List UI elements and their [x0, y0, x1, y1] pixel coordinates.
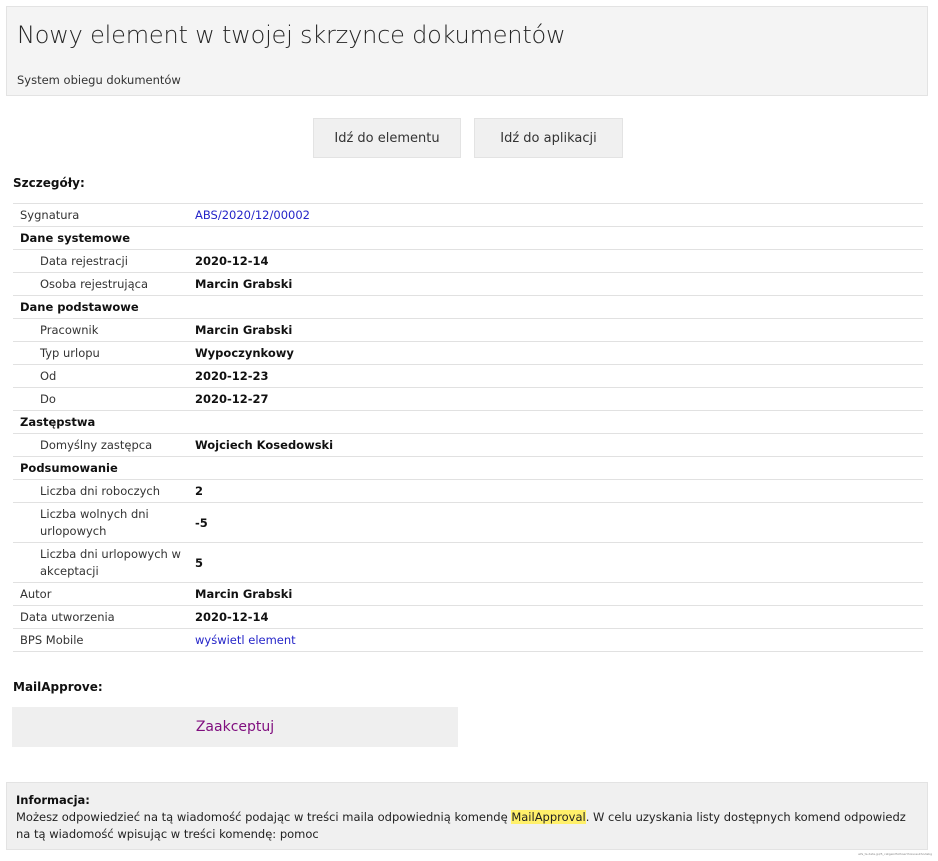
field-label: Liczba dni roboczych [40, 483, 161, 498]
group-label: Zastępstwa [20, 414, 96, 429]
field-label: Domyślny zastępca [40, 437, 153, 452]
details-row: Data utworzenia 2020-12-14 [13, 606, 923, 629]
field-value: 5 [195, 555, 204, 570]
field-label: Pracownik [40, 322, 99, 337]
field-value: 2020-12-23 [195, 369, 269, 383]
field-label: Data rejestracji [40, 253, 128, 268]
details-row: Data rejestracji 2020-12-14 [13, 250, 923, 273]
details-group-row: Zastępstwa [13, 411, 923, 434]
field-value: Marcin Grabski [195, 277, 293, 291]
field-label: Do [40, 391, 56, 406]
field-label: Liczba wolnych dni urlopowych [40, 506, 149, 538]
field-value: 2020-12-14 [195, 254, 269, 268]
field-value: Wojciech Kosedowski [195, 438, 334, 452]
field-label: Osoba rejestrująca [40, 276, 149, 291]
details-row: Typ urlopu Wypoczynkowy [13, 342, 923, 365]
group-label: Dane podstawowe [20, 299, 139, 314]
command-highlight: MailApproval [511, 810, 586, 824]
details-row: Liczba dni roboczych 2 [13, 480, 923, 503]
field-label: BPS Mobile [20, 632, 84, 647]
email-header: Nowy element w twojej skrzynce dokumentó… [6, 6, 928, 96]
group-label: Dane systemowe [20, 230, 131, 245]
field-value: 2020-12-14 [195, 610, 269, 624]
group-label: Podsumowanie [20, 460, 118, 475]
field-value: Wypoczynkowy [195, 346, 294, 360]
details-row: Autor Marcin Grabski [13, 583, 923, 606]
details-row: Domyślny zastępca Wojciech Kosedowski [13, 434, 923, 457]
details-row: Do 2020-12-27 [13, 388, 923, 411]
info-text: Możesz odpowiedzieć na tą wiadomość poda… [16, 809, 918, 843]
details-group-row: Dane podstawowe [13, 296, 923, 319]
details-row: BPS Mobile wyświetl element [13, 629, 923, 652]
accept-button-container: Zaakceptuj [12, 707, 458, 747]
field-value-link[interactable]: ABS/2020/12/00002 [195, 208, 923, 222]
details-row: Liczba dni urlopowych w akceptacji 5 [13, 543, 923, 583]
details-heading: Szczegóły: [13, 176, 85, 190]
field-value: Marcin Grabski [195, 587, 293, 601]
go-to-item-button[interactable]: Idź do elementu [313, 118, 461, 158]
field-value: Marcin Grabski [195, 323, 293, 337]
field-label: Typ urlopu [40, 345, 100, 360]
footer-id: wfs_ts.data.jpl/5_catgeinfisthoerthoisoe… [858, 852, 932, 856]
field-value: -5 [195, 515, 208, 530]
info-title: Informacja: [16, 793, 90, 807]
details-row: Pracownik Marcin Grabski [13, 319, 923, 342]
field-label: Autor [20, 586, 52, 601]
field-value-link[interactable]: wyświetl element [195, 633, 923, 647]
field-label: Od [40, 368, 57, 383]
go-to-app-button[interactable]: Idź do aplikacji [474, 118, 623, 158]
system-name: System obiegu dokumentów [17, 73, 181, 87]
info-text-before: Możesz odpowiedzieć na tą wiadomość poda… [16, 810, 512, 824]
field-label: Sygnatura [20, 207, 80, 222]
details-table: Sygnatura ABS/2020/12/00002 Dane systemowe… [13, 203, 923, 652]
field-value: 2020-12-27 [195, 392, 269, 406]
details-row: Sygnatura ABS/2020/12/00002 [13, 204, 923, 227]
accept-button[interactable]: Zaakceptuj [196, 719, 274, 735]
info-box: Informacja: Możesz odpowiedzieć na tą wi… [6, 782, 928, 850]
details-group-row: Podsumowanie [13, 457, 923, 480]
mailapprove-heading: MailApprove: [13, 680, 103, 694]
details-row: Liczba wolnych dni urlopowych -5 [13, 503, 923, 543]
field-value: 2 [195, 484, 204, 498]
details-row: Od 2020-12-23 [13, 365, 923, 388]
field-label: Liczba dni urlopowych w akceptacji [40, 546, 181, 578]
details-group-row: Dane systemowe [13, 227, 923, 250]
field-label: Data utworzenia [20, 609, 115, 624]
details-row: Osoba rejestrująca Marcin Grabski [13, 273, 923, 296]
page-title: Nowy element w twojej skrzynce dokumentó… [17, 21, 566, 49]
